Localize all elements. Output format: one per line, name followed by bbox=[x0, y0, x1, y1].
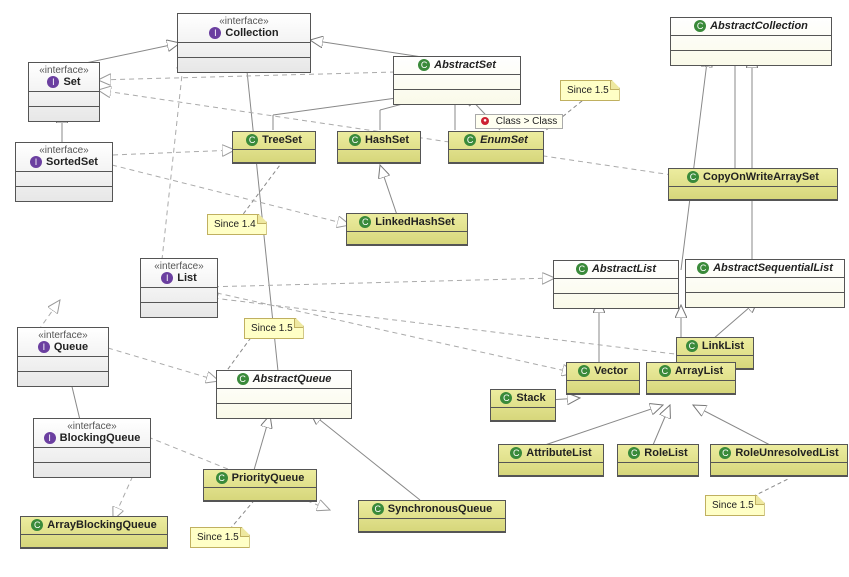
class-priorityqueue[interactable]: CPriorityQueue bbox=[203, 469, 317, 502]
class-vector[interactable]: CVector bbox=[566, 362, 640, 395]
class-synchronousqueue[interactable]: CSynchronousQueue bbox=[358, 500, 506, 533]
class-enumset[interactable]: CEnumSet bbox=[448, 131, 544, 164]
note-linkedhashset: Since 1.4 bbox=[207, 214, 267, 235]
class-name: AbstractCollection bbox=[710, 20, 808, 32]
class-treeset[interactable]: CTreeSet bbox=[232, 131, 316, 164]
class-attributelist[interactable]: CAttributeList bbox=[498, 444, 604, 477]
class-copyonwritearrayset[interactable]: CCopyOnWriteArraySet bbox=[668, 168, 838, 201]
interface-list[interactable]: «interface»IList bbox=[140, 258, 218, 318]
interface-collection[interactable]: «interface»I Collection bbox=[177, 13, 311, 73]
class-rolelist[interactable]: CRoleList bbox=[617, 444, 699, 477]
class-abstractset[interactable]: CAbstractSet bbox=[393, 56, 521, 105]
class-abstractqueue[interactable]: CAbstractQueue bbox=[216, 370, 352, 419]
class-name: Collection bbox=[225, 27, 278, 39]
note-roleunresolvedlist: Since 1.5 bbox=[705, 495, 765, 516]
note-priorityqueue: Since 1.5 bbox=[190, 527, 250, 548]
tooltip-class-class: ● Class > Class bbox=[475, 114, 563, 129]
interface-set[interactable]: «interface»ISet bbox=[28, 62, 100, 122]
class-arrayblockingqueue[interactable]: CArrayBlockingQueue bbox=[20, 516, 168, 549]
interface-sortedset[interactable]: «interface»ISortedSet bbox=[15, 142, 113, 202]
diamond-icon: ● bbox=[481, 117, 489, 125]
class-arraylist[interactable]: CArrayList bbox=[646, 362, 736, 395]
class-abstractsequentiallist[interactable]: CAbstractSequentialList bbox=[685, 259, 845, 308]
interface-icon: I bbox=[209, 27, 221, 39]
class-stack[interactable]: CStack bbox=[490, 389, 556, 422]
interface-blockingqueue[interactable]: «interface»IBlockingQueue bbox=[33, 418, 151, 478]
class-icon: C bbox=[694, 20, 706, 32]
class-abstractlist[interactable]: CAbstractList bbox=[553, 260, 679, 309]
class-hashset[interactable]: CHashSet bbox=[337, 131, 421, 164]
note-enumset: Since 1.5 bbox=[560, 80, 620, 101]
note-abstractqueue: Since 1.5 bbox=[244, 318, 304, 339]
class-roleunresolvedlist[interactable]: CRoleUnresolvedList bbox=[710, 444, 848, 477]
uml-diagram: «interface»I Collection «interface»ISet «… bbox=[0, 0, 849, 577]
stereotype: «interface» bbox=[182, 16, 306, 27]
tooltip-text: Class > Class bbox=[496, 116, 557, 127]
class-linkedhashset[interactable]: CLinkedHashSet bbox=[346, 213, 468, 246]
class-abstractcollection[interactable]: C AbstractCollection bbox=[670, 17, 832, 66]
interface-queue[interactable]: «interface»IQueue bbox=[17, 327, 109, 387]
